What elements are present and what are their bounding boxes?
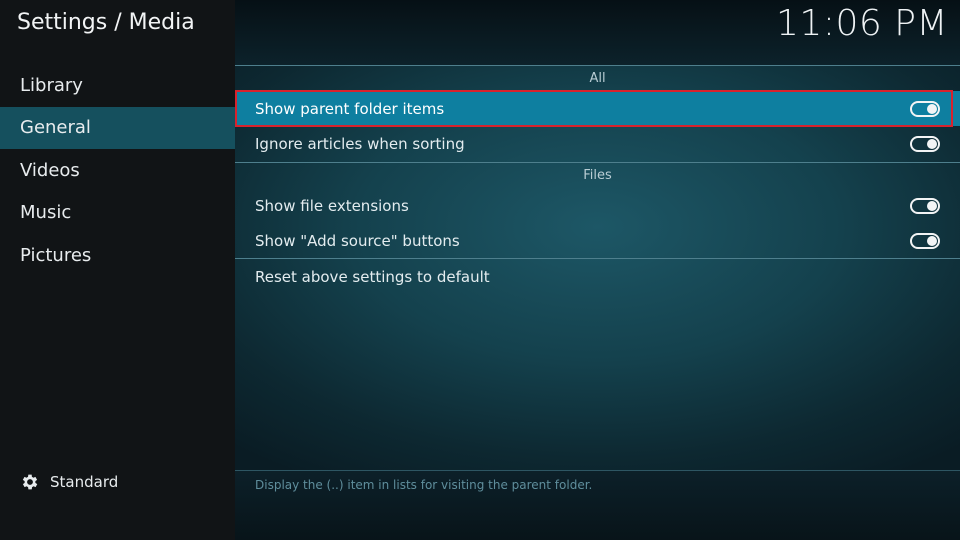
setting-ignore-articles-when-sorting[interactable]: Ignore articles when sorting bbox=[235, 126, 960, 161]
setting-label: Show "Add source" buttons bbox=[255, 231, 460, 250]
section-header-all: All bbox=[589, 71, 606, 86]
setting-label: Ignore articles when sorting bbox=[255, 134, 465, 153]
sidebar-item-library[interactable]: Library bbox=[0, 64, 235, 107]
reset-settings-label: Reset above settings to default bbox=[255, 267, 490, 286]
toggle-on-icon[interactable] bbox=[910, 232, 940, 249]
help-text: Display the (..) item in lists for visit… bbox=[255, 478, 593, 492]
settings-level-label: Standard bbox=[50, 473, 119, 491]
toggle-on-icon[interactable] bbox=[910, 197, 940, 214]
sidebar-item-videos[interactable]: Videos bbox=[0, 149, 235, 192]
settings-panel: 11:06 PM All Show parent folder items Ig… bbox=[235, 0, 960, 540]
setting-show-file-extensions[interactable]: Show file extensions bbox=[235, 188, 960, 223]
sidebar-item-general[interactable]: General bbox=[0, 106, 235, 149]
setting-show-add-source-buttons[interactable]: Show "Add source" buttons bbox=[235, 223, 960, 258]
sidebar-item-music[interactable]: Music bbox=[0, 192, 235, 235]
toggle-on-icon[interactable] bbox=[910, 135, 940, 152]
gear-icon bbox=[22, 474, 38, 490]
toggle-on-icon[interactable] bbox=[910, 100, 940, 117]
divider bbox=[235, 162, 960, 163]
sidebar-nav: Library General Videos Music Pictures bbox=[0, 64, 235, 277]
sidebar: Settings / Media Library General Videos … bbox=[0, 0, 235, 540]
setting-show-parent-folder-items[interactable]: Show parent folder items bbox=[235, 91, 960, 126]
setting-label: Show file extensions bbox=[255, 196, 409, 215]
page-title: Settings / Media bbox=[17, 10, 195, 35]
divider bbox=[235, 470, 960, 471]
reset-settings-button[interactable]: Reset above settings to default bbox=[235, 259, 960, 294]
clock: 11:06 PM bbox=[776, 3, 948, 44]
sidebar-item-pictures[interactable]: Pictures bbox=[0, 234, 235, 277]
divider bbox=[235, 65, 960, 66]
settings-media-window: Settings / Media Library General Videos … bbox=[0, 0, 960, 540]
setting-label: Show parent folder items bbox=[255, 99, 445, 118]
section-header-files: Files bbox=[583, 168, 612, 183]
settings-level-button[interactable]: Standard bbox=[20, 472, 118, 492]
